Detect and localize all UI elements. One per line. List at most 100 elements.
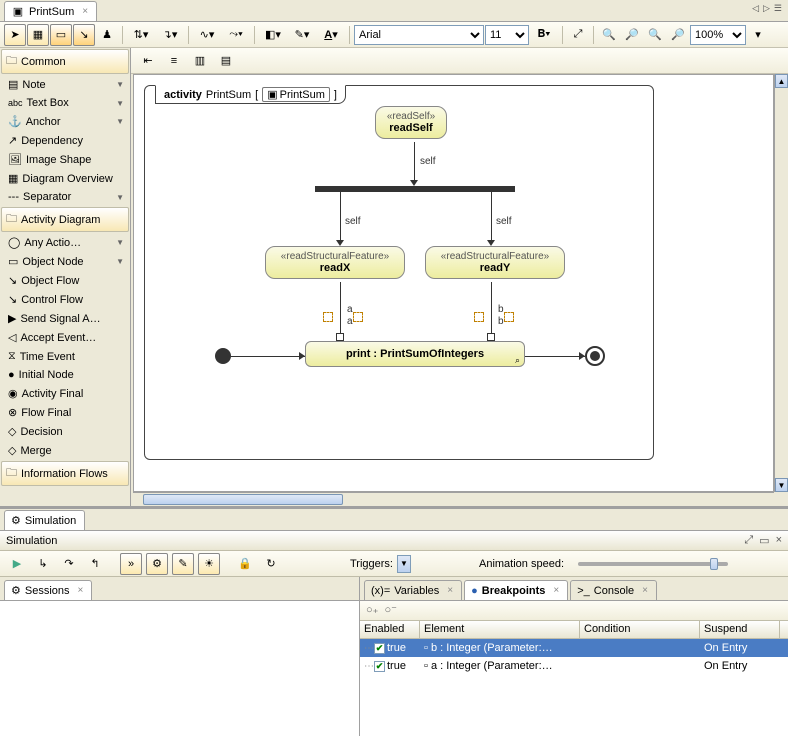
toggle-3-icon[interactable]: ✎ bbox=[172, 553, 194, 575]
zoom-out-icon[interactable]: 🔎 bbox=[667, 24, 689, 46]
toggle-1-icon[interactable]: » bbox=[120, 553, 142, 575]
table-row[interactable]: ⋯✔true ▫ b : Integer (Parameter:… On Ent… bbox=[360, 639, 788, 657]
scroll-down-icon[interactable]: ▼ bbox=[775, 478, 788, 492]
zoom-in-icon[interactable]: 🔍 bbox=[598, 24, 620, 46]
palette-item-imageshape[interactable]: 🖼Image Shape bbox=[1, 150, 129, 169]
bold-icon[interactable]: 𝐁▾ bbox=[530, 24, 558, 46]
tab-simulation[interactable]: ⚙ Simulation bbox=[4, 510, 85, 530]
col-element[interactable]: Element bbox=[420, 621, 580, 638]
route-tool-icon[interactable]: ↴▾ bbox=[156, 24, 184, 46]
minimize-icon[interactable]: ▭ bbox=[759, 534, 769, 547]
table-row[interactable]: ⋯✔true ▫ a : Integer (Parameter:… On Ent… bbox=[360, 657, 788, 675]
zoom-select[interactable]: 100% bbox=[690, 25, 746, 45]
col-condition[interactable]: Condition bbox=[580, 621, 700, 638]
horizontal-scrollbar[interactable] bbox=[133, 492, 774, 506]
edge-init-print[interactable] bbox=[231, 356, 305, 357]
close-panel-icon[interactable]: × bbox=[776, 534, 782, 547]
col-enabled[interactable]: Enabled bbox=[360, 621, 420, 638]
palette-item-flowfinal[interactable]: ⊗Flow Final bbox=[1, 403, 129, 422]
marquee-tool-icon[interactable]: ▦ bbox=[27, 24, 49, 46]
palette-item-timeevent[interactable]: ⧖Time Event bbox=[1, 347, 129, 366]
fork-node[interactable] bbox=[315, 186, 515, 192]
palette-item-anchor[interactable]: ⚓Anchor▼ bbox=[1, 112, 129, 131]
checkbox-icon[interactable]: ✔ bbox=[374, 643, 385, 654]
scrollbar-thumb[interactable] bbox=[143, 494, 343, 505]
node-print[interactable]: print : PrintSumOfIntegers ⌕ bbox=[305, 341, 525, 367]
selection-handle[interactable] bbox=[323, 312, 333, 322]
close-icon[interactable]: × bbox=[553, 585, 559, 596]
select-tool-icon[interactable]: ➤ bbox=[4, 24, 26, 46]
prev-tab-icon[interactable]: ◁ bbox=[752, 3, 759, 14]
align-center-icon[interactable]: ≡ bbox=[163, 50, 185, 72]
activity-final-node[interactable] bbox=[585, 346, 605, 366]
initial-node[interactable] bbox=[215, 348, 231, 364]
triggers-select[interactable]: ▼ bbox=[397, 555, 411, 573]
font-size-select[interactable]: 11 bbox=[485, 25, 529, 45]
pin-a[interactable] bbox=[336, 333, 344, 341]
align-left-icon[interactable]: ⇤ bbox=[137, 50, 159, 72]
palette-item-objectnode[interactable]: ▭Object Node▼ bbox=[1, 252, 129, 271]
animation-speed-slider[interactable] bbox=[578, 562, 728, 566]
palette-item-activityfinal[interactable]: ◉Activity Final bbox=[1, 384, 129, 403]
edge-readself-fork[interactable] bbox=[414, 142, 415, 182]
toolbar-overflow-icon[interactable]: ▾ bbox=[747, 24, 769, 46]
edge-fork-ready[interactable] bbox=[491, 192, 492, 242]
palette-item-merge[interactable]: ◇Merge bbox=[1, 441, 129, 460]
selection-handle[interactable] bbox=[474, 312, 484, 322]
step-over-icon[interactable]: ↷ bbox=[58, 553, 80, 575]
palette-item-diagramoverview[interactable]: ▦Diagram Overview bbox=[1, 169, 129, 188]
editor-tab-printsum[interactable]: ▣ PrintSum × bbox=[4, 1, 97, 21]
font-family-select[interactable]: Arial bbox=[354, 25, 484, 45]
palette-item-initialnode[interactable]: ●Initial Node bbox=[1, 366, 129, 384]
edge-readx-print[interactable] bbox=[340, 282, 341, 337]
palette-item-objectflow[interactable]: ↘Object Flow bbox=[1, 271, 129, 290]
palette-section-common[interactable]: 🗀 Common bbox=[1, 49, 129, 74]
restore-icon[interactable]: ⤢ bbox=[744, 534, 753, 547]
auto-size-icon[interactable]: ⤢ bbox=[567, 24, 589, 46]
edge-print-final[interactable] bbox=[525, 356, 585, 357]
close-icon[interactable]: × bbox=[82, 6, 88, 17]
fill-color-icon[interactable]: ◧▾ bbox=[259, 24, 287, 46]
palette-section-infoflows[interactable]: 🗀 Information Flows bbox=[1, 461, 129, 486]
layout-tool-icon[interactable]: ⇅▾ bbox=[127, 24, 155, 46]
palette-section-activity[interactable]: 🗀 Activity Diagram bbox=[1, 207, 129, 232]
edge-ready-print[interactable] bbox=[491, 282, 492, 337]
close-icon[interactable]: × bbox=[78, 585, 84, 596]
line-color-icon[interactable]: ✎▾ bbox=[288, 24, 316, 46]
node-readx[interactable]: «readStructuralFeature» readX bbox=[265, 246, 405, 279]
toggle-2-icon[interactable]: ⚙ bbox=[146, 553, 168, 575]
lock-icon[interactable]: 🔒 bbox=[234, 553, 256, 575]
tab-breakpoints[interactable]: ● Breakpoints × bbox=[464, 580, 568, 600]
edge-fork-readx[interactable] bbox=[340, 192, 341, 242]
tab-list-icon[interactable]: ☰ bbox=[774, 3, 782, 14]
tab-sessions[interactable]: ⚙ Sessions × bbox=[4, 580, 92, 600]
zoom-100-icon[interactable]: 🔎 bbox=[621, 24, 643, 46]
align-v-icon[interactable]: ▤ bbox=[215, 50, 237, 72]
zoom-fit-icon[interactable]: 🔍 bbox=[644, 24, 666, 46]
refresh-icon[interactable]: ↻ bbox=[260, 553, 282, 575]
selection-handle[interactable] bbox=[353, 312, 363, 322]
selection-handle[interactable] bbox=[504, 312, 514, 322]
checkbox-icon[interactable]: ✔ bbox=[374, 661, 385, 672]
rounded-rect-icon[interactable]: ▭ bbox=[50, 24, 72, 46]
col-suspend[interactable]: Suspend bbox=[700, 621, 780, 638]
stamp-tool-icon[interactable]: ♟ bbox=[96, 24, 118, 46]
palette-item-decision[interactable]: ◇Decision bbox=[1, 422, 129, 441]
node-ready[interactable]: «readStructuralFeature» readY bbox=[425, 246, 565, 279]
align-h-icon[interactable]: ▥ bbox=[189, 50, 211, 72]
tab-console[interactable]: >_ Console × bbox=[570, 580, 657, 600]
line-style-icon[interactable]: ∿▾ bbox=[193, 24, 221, 46]
close-icon[interactable]: × bbox=[447, 585, 453, 596]
vertical-scrollbar[interactable]: ▲ ▼ bbox=[774, 74, 788, 492]
remove-breakpoint-icon[interactable]: ○⁻ bbox=[384, 603, 396, 618]
tab-variables[interactable]: (x)= Variables × bbox=[364, 580, 462, 600]
node-readself[interactable]: «readSelf» readSelf bbox=[375, 106, 447, 139]
toggle-4-icon[interactable]: ☀ bbox=[198, 553, 220, 575]
run-icon[interactable]: ▶ bbox=[6, 553, 28, 575]
link-tool-icon[interactable]: ↘ bbox=[73, 24, 95, 46]
palette-item-sendsignal[interactable]: ▶Send Signal A… bbox=[1, 309, 129, 328]
palette-item-textbox[interactable]: abcText Box▼ bbox=[1, 94, 129, 112]
scroll-up-icon[interactable]: ▲ bbox=[775, 74, 788, 88]
palette-item-controlflow[interactable]: ↘Control Flow bbox=[1, 290, 129, 309]
add-breakpoint-icon[interactable]: ○₊ bbox=[366, 603, 378, 618]
